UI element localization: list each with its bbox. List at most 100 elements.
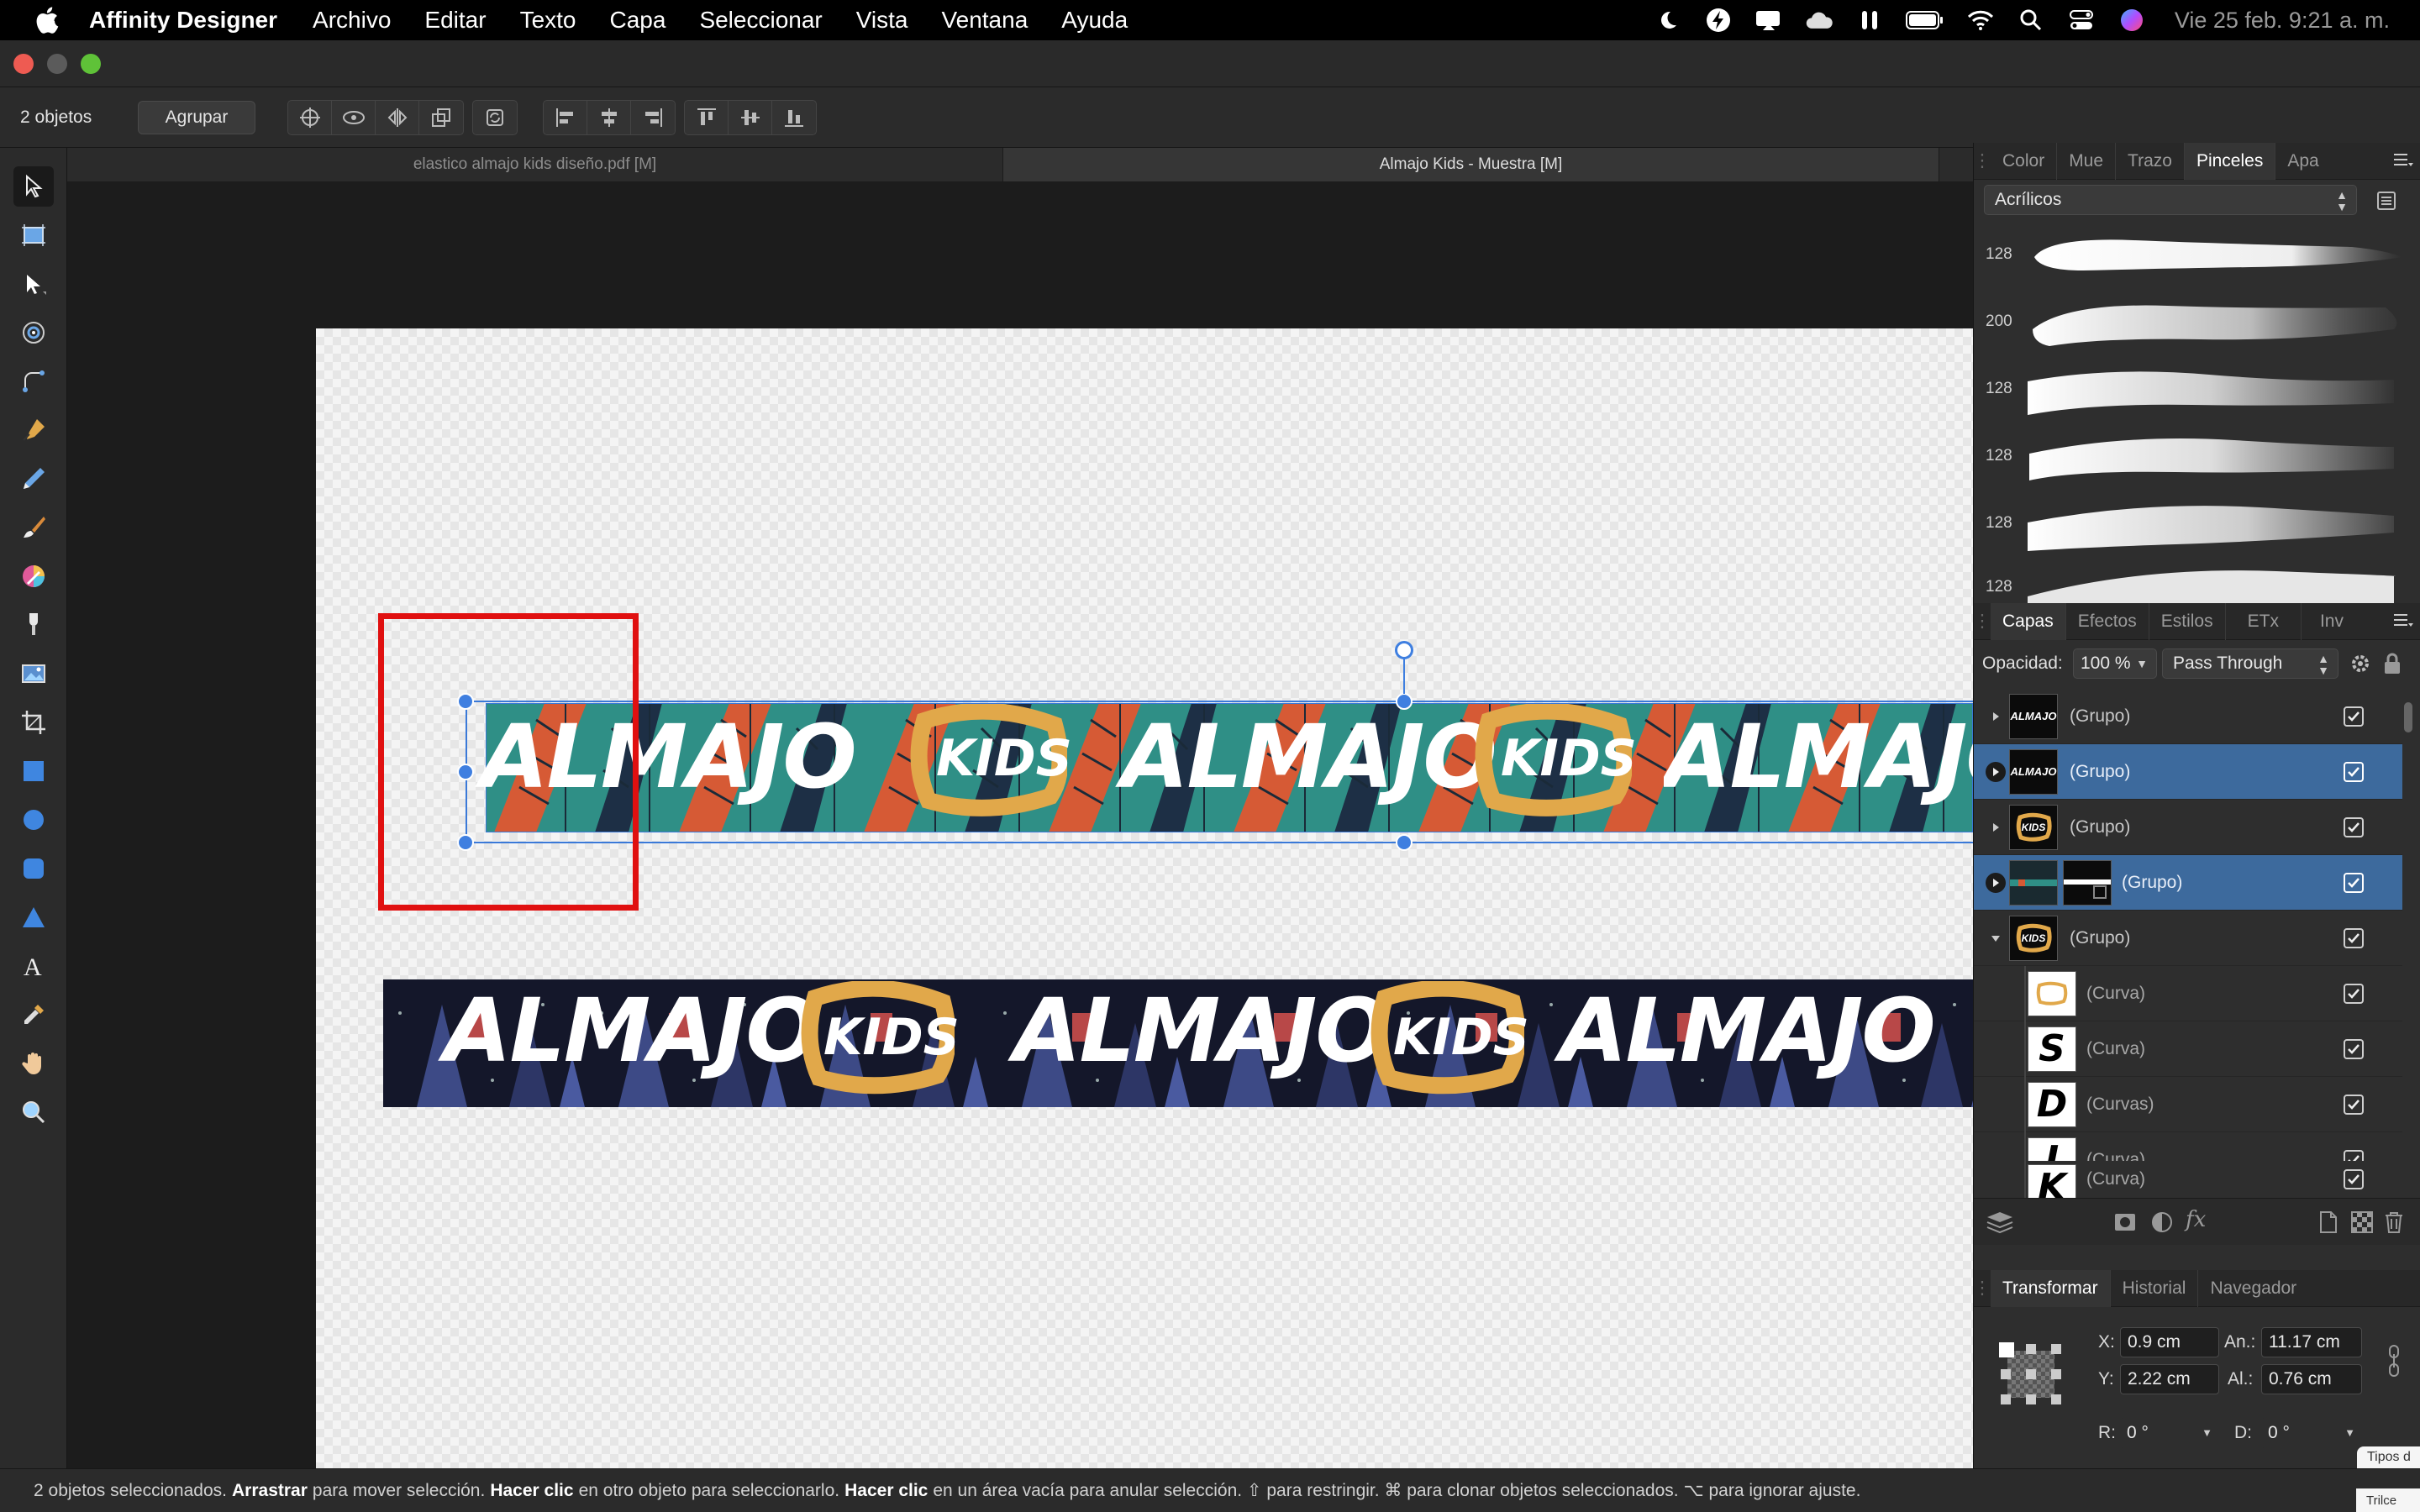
cloud-icon[interactable] — [1805, 8, 1833, 33]
brush-item[interactable]: 128 — [1974, 492, 2420, 559]
layer-visibility-checkbox[interactable] — [2344, 706, 2364, 727]
ellipse-tool-icon[interactable] — [13, 800, 54, 840]
vector-brush-tool-icon[interactable] — [13, 507, 54, 548]
rounded-rectangle-tool-icon[interactable] — [13, 848, 54, 889]
battery-icon[interactable] — [1905, 8, 1944, 33]
group-button[interactable]: Agrupar — [138, 100, 255, 134]
layer-visibility-checkbox[interactable] — [2344, 761, 2364, 782]
menu-capa[interactable]: Capa — [610, 7, 666, 34]
move-tool-icon[interactable] — [13, 166, 54, 207]
layer-visibility-checkbox[interactable] — [2344, 983, 2364, 1004]
expand-arrow-icon[interactable] — [1986, 706, 2006, 727]
panel-grip-icon[interactable]: ⋮ — [1974, 603, 1991, 640]
layers-scrollbar[interactable] — [2404, 702, 2412, 732]
x-position-field[interactable]: 0.9 cm — [2120, 1327, 2219, 1357]
rotation-field[interactable]: 0 ° ▼ — [2120, 1418, 2219, 1448]
tab-capas[interactable]: Capas — [1991, 602, 2066, 640]
node-tool-icon[interactable] — [13, 264, 54, 304]
brush-item[interactable]: 128 — [1974, 559, 2420, 603]
text-tool-icon[interactable]: A — [13, 946, 54, 986]
layer-visibility-checkbox[interactable] — [2344, 927, 2364, 948]
zoom-tool-icon[interactable] — [13, 1092, 54, 1132]
panel-grip-icon[interactable]: ⋮ — [1974, 1270, 1991, 1307]
link-proportions-icon[interactable] — [2386, 1344, 2402, 1382]
layer-visibility-checkbox[interactable] — [2344, 872, 2364, 893]
screen-mirror-icon[interactable] — [1754, 8, 1783, 33]
brush-item[interactable]: 200 — [1974, 291, 2420, 358]
layer-row[interactable]: D (Curvas) — [1974, 1077, 2402, 1132]
selection-handle-bottom-mid[interactable] — [1396, 834, 1413, 851]
layers-stack-icon[interactable] — [1986, 1210, 2014, 1238]
align-right-icon[interactable] — [631, 101, 675, 134]
height-field[interactable]: 0.76 cm — [2261, 1364, 2362, 1394]
brushes-panel-menu-icon[interactable] — [2391, 150, 2413, 176]
menu-vista[interactable]: Vista — [856, 7, 908, 34]
spotlight-search-icon[interactable] — [2017, 8, 2045, 33]
opacity-select[interactable]: 100 % ▼ — [2073, 648, 2157, 679]
menu-ventana[interactable]: Ventana — [942, 7, 1028, 34]
panel-grip-icon[interactable]: ⋮ — [1974, 143, 1991, 180]
canvas[interactable]: ALMAJO ALMAJO ALMAJO KIDS KIDS — [67, 181, 1973, 1468]
layers-panel-menu-icon[interactable] — [2391, 610, 2413, 637]
layer-row[interactable]: ALMAJO (Grupo) — [1974, 689, 2402, 744]
layer-visibility-checkbox[interactable] — [2344, 816, 2364, 837]
align-top-icon[interactable] — [685, 100, 729, 134]
adjustment-icon[interactable] — [2150, 1210, 2174, 1238]
layer-row[interactable]: KIDS (Grupo) — [1974, 911, 2402, 966]
blend-mode-select[interactable]: Pass Through ▲ ▼ — [2162, 648, 2338, 679]
layer-row[interactable]: ALMAJO (Grupo) — [1974, 744, 2402, 800]
lock-icon[interactable] — [2382, 652, 2402, 680]
menu-editar[interactable]: Editar — [424, 7, 486, 34]
expand-arrow-icon[interactable] — [1986, 761, 2006, 782]
siri-icon[interactable] — [2118, 8, 2146, 33]
control-center-icon[interactable] — [2067, 8, 2096, 33]
flip-horizontal-icon[interactable] — [376, 100, 419, 134]
rotation-handle[interactable] — [1395, 641, 1413, 659]
layer-row[interactable]: S (Curva) — [1974, 1021, 2402, 1077]
fx-effects-icon[interactable]: fx — [2186, 1207, 2206, 1232]
layer-visibility-checkbox[interactable] — [2344, 1169, 2364, 1189]
zoom-window-button[interactable] — [81, 54, 101, 74]
anchor-point-selector[interactable] — [1999, 1342, 2063, 1406]
brush-item[interactable]: 128 — [1974, 358, 2420, 425]
add-pixel-layer-icon[interactable] — [2350, 1210, 2374, 1238]
tab-transformar[interactable]: Transformar — [1991, 1269, 2111, 1307]
layer-row[interactable]: I (Curva) — [1974, 1132, 2402, 1161]
corner-tool-icon[interactable] — [13, 361, 54, 402]
menu-seleccionar[interactable]: Seleccionar — [699, 7, 822, 34]
align-center-icon[interactable] — [587, 100, 631, 134]
tab-estilos[interactable]: Estilos — [2149, 602, 2226, 640]
place-image-tool-icon[interactable] — [13, 654, 54, 694]
brush-options-icon[interactable] — [2375, 190, 2397, 216]
menubar-clock[interactable]: Vie 25 feb. 9:21 a. m. — [2175, 8, 2390, 34]
tab-muestras[interactable]: Mue — [2057, 142, 2117, 180]
app-name-menu[interactable]: Affinity Designer — [89, 7, 277, 34]
apple-logo-icon[interactable] — [34, 6, 59, 34]
minimize-window-button[interactable] — [47, 54, 67, 74]
shear-field[interactable]: 0 ° ▼ — [2261, 1418, 2362, 1448]
align-middle-icon[interactable] — [729, 100, 772, 134]
close-window-button[interactable] — [13, 54, 34, 74]
moon-icon[interactable] — [1654, 8, 1682, 33]
menu-texto[interactable]: Texto — [520, 7, 576, 34]
brush-category-select[interactable]: Acrílicos ▲ ▼ — [1984, 185, 2357, 215]
menu-archivo[interactable]: Archivo — [313, 7, 391, 34]
show-hide-icon[interactable] — [332, 100, 376, 134]
pen-tool-icon[interactable] — [13, 410, 54, 450]
view-hand-tool-icon[interactable] — [13, 1043, 54, 1084]
tab-trazo[interactable]: Trazo — [2116, 142, 2185, 180]
collapse-arrow-icon[interactable] — [1986, 928, 2006, 948]
tab-apariencia[interactable]: Apa — [2275, 143, 2330, 180]
tab-pinceles[interactable]: Pinceles — [2184, 142, 2276, 180]
crop-tool-icon[interactable] — [13, 702, 54, 743]
rectangle-tool-icon[interactable] — [13, 751, 54, 791]
brush-item[interactable]: 128 — [1974, 223, 2420, 291]
add-layer-icon[interactable] — [2318, 1210, 2338, 1238]
tab-almajo-muestra[interactable]: Almajo Kids - Muestra [M] — [1003, 148, 1939, 181]
layer-row[interactable]: (Curva) — [1974, 966, 2402, 1021]
transparency-tool-icon[interactable] — [13, 605, 54, 645]
fill-tool-icon[interactable] — [13, 556, 54, 596]
y-position-field[interactable]: 2.22 cm — [2120, 1364, 2219, 1394]
menu-ayuda[interactable]: Ayuda — [1061, 7, 1128, 34]
transform-mode-icon[interactable] — [419, 101, 463, 134]
